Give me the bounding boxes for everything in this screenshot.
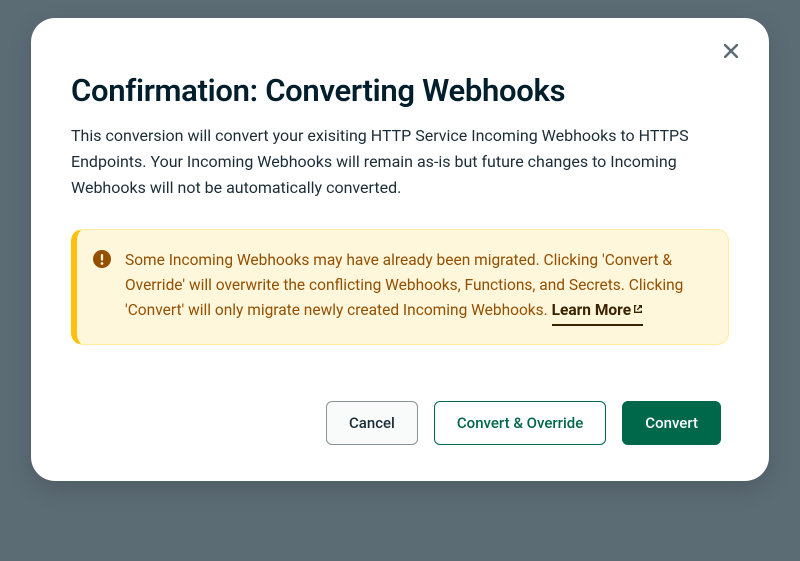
- learn-more-label: Learn More: [552, 298, 632, 323]
- warning-text: Some Incoming Webhooks may have already …: [125, 248, 708, 326]
- confirmation-modal: Confirmation: Converting Webhooks This c…: [31, 18, 769, 481]
- warning-icon: [93, 250, 111, 268]
- external-link-icon: [633, 297, 643, 307]
- modal-title: Confirmation: Converting Webhooks: [71, 72, 729, 109]
- close-button[interactable]: [717, 38, 745, 66]
- learn-more-link[interactable]: Learn More: [552, 298, 644, 326]
- cancel-button[interactable]: Cancel: [326, 401, 418, 445]
- convert-override-button[interactable]: Convert & Override: [434, 401, 606, 445]
- warning-callout: Some Incoming Webhooks may have already …: [71, 229, 729, 345]
- modal-description: This conversion will convert your exisit…: [71, 123, 729, 201]
- modal-footer: Cancel Convert & Override Convert: [31, 401, 769, 445]
- close-icon: [724, 44, 738, 61]
- convert-button[interactable]: Convert: [622, 401, 721, 445]
